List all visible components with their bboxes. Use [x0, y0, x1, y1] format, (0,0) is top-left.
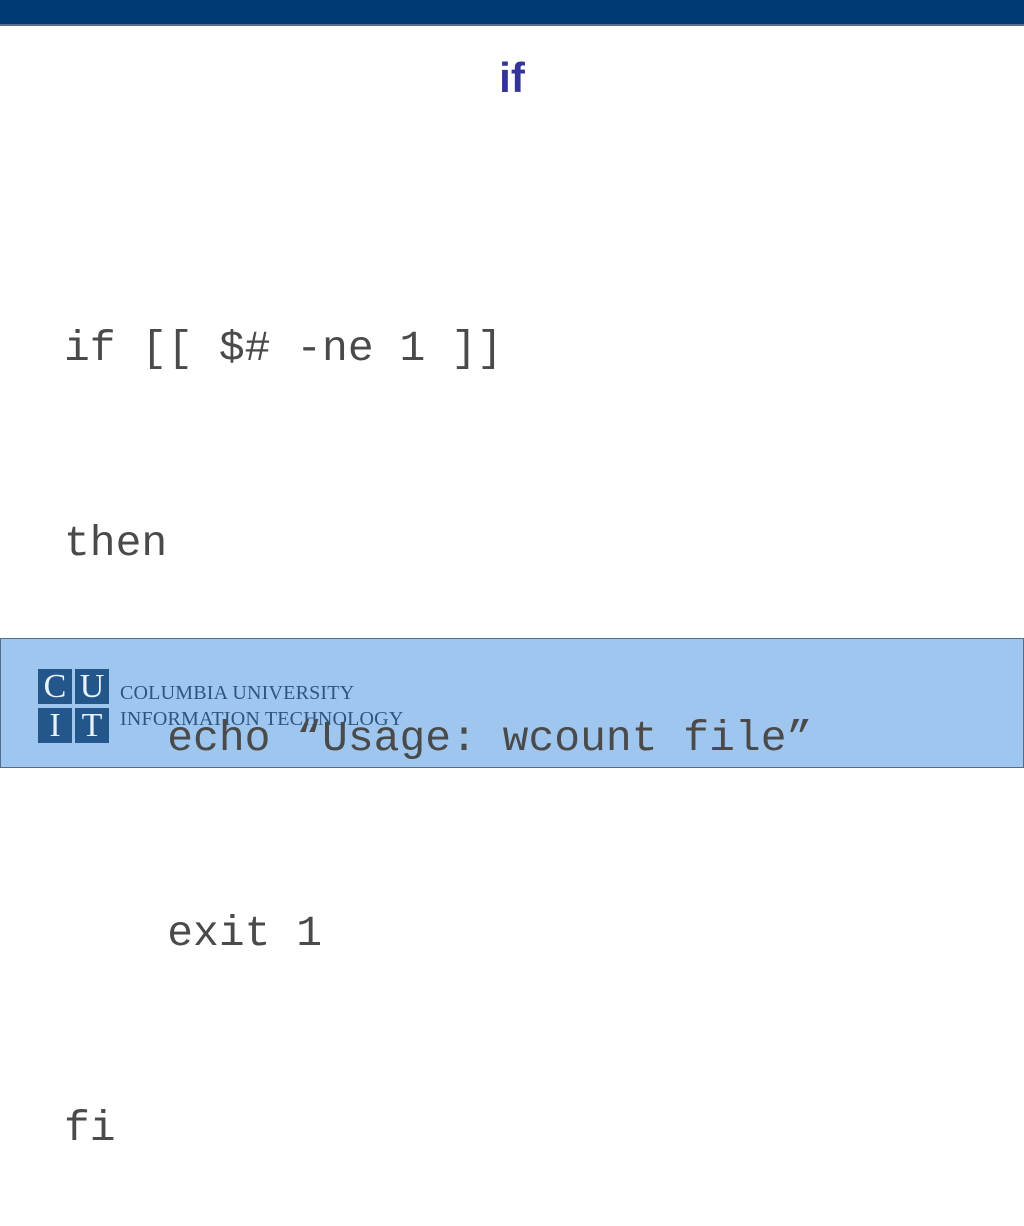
code-line: exit 1	[64, 909, 323, 958]
code-line: then	[64, 519, 168, 568]
code-line: echo “Usage: wcount file”	[64, 714, 813, 763]
code-line: fi	[64, 1104, 116, 1153]
code-block: if [[ $# -ne 1 ]] then echo “Usage: wcou…	[64, 186, 984, 1226]
code-line: if [[ $# -ne 1 ]]	[64, 324, 503, 373]
slide-title: if	[499, 54, 525, 101]
top-bar	[0, 0, 1024, 26]
